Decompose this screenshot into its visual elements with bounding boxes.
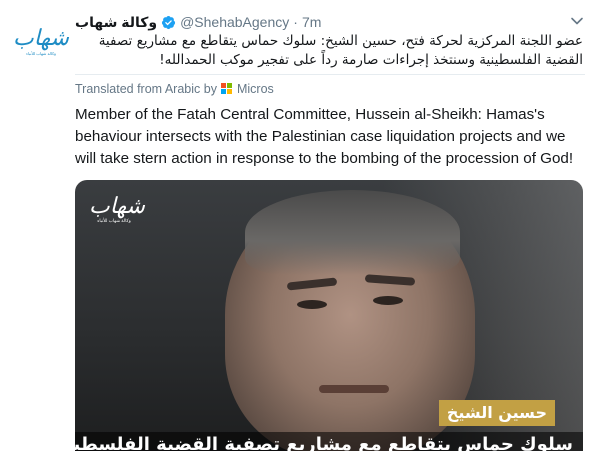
tweet-header: وكالة شهاب @ShehabAgency · 7m (75, 12, 321, 32)
translation-attribution: Translated from Arabic by Micros (75, 81, 274, 97)
avatar-logo-text: شهاب (13, 26, 69, 51)
media-channel-logo: شهاب وكالة شهاب للأنباء (89, 194, 145, 224)
media-logo-text: شهاب (89, 194, 145, 219)
media-name-overlay: حسين الشيخ (438, 400, 555, 426)
timestamp-link[interactable]: 7m (302, 14, 321, 30)
tweet-media-image[interactable]: شهاب وكالة شهاب للأنباء حسين الشيخ سلوك … (75, 180, 583, 451)
translated-label: Translated from Arabic by (75, 82, 217, 96)
tweet-text-original: عضو اللجنة المركزية لحركة فتح، حسين الشي… (98, 33, 583, 68)
chevron-down-icon[interactable] (570, 14, 584, 28)
tweet-card[interactable]: شهاب وكالة شهاب للأنباء وكالة شهاب @Sheh… (0, 0, 596, 451)
portrait-mouth (319, 385, 389, 393)
translator-provider-link[interactable]: Micros (237, 82, 274, 96)
portrait-eye-right (373, 296, 403, 305)
microsoft-logo-icon (220, 83, 233, 95)
separator-dot: · (293, 14, 298, 30)
divider (75, 74, 585, 75)
avatar[interactable]: شهاب وكالة شهاب للأنباء (13, 18, 69, 66)
display-name[interactable]: وكالة شهاب (75, 14, 157, 31)
portrait-hair (245, 190, 460, 275)
avatar-logo-subtitle: وكالة شهاب للأنباء (26, 51, 56, 56)
tweet-text-translated: Member of the Fatah Central Committee, H… (75, 106, 574, 167)
media-caption-text: سلوك حماس يتقاطع مع مشاريع تصفية القضية … (75, 434, 573, 451)
verified-badge-icon (162, 15, 176, 29)
user-handle[interactable]: @ShehabAgency (180, 14, 289, 30)
portrait-eye-left (297, 300, 327, 309)
